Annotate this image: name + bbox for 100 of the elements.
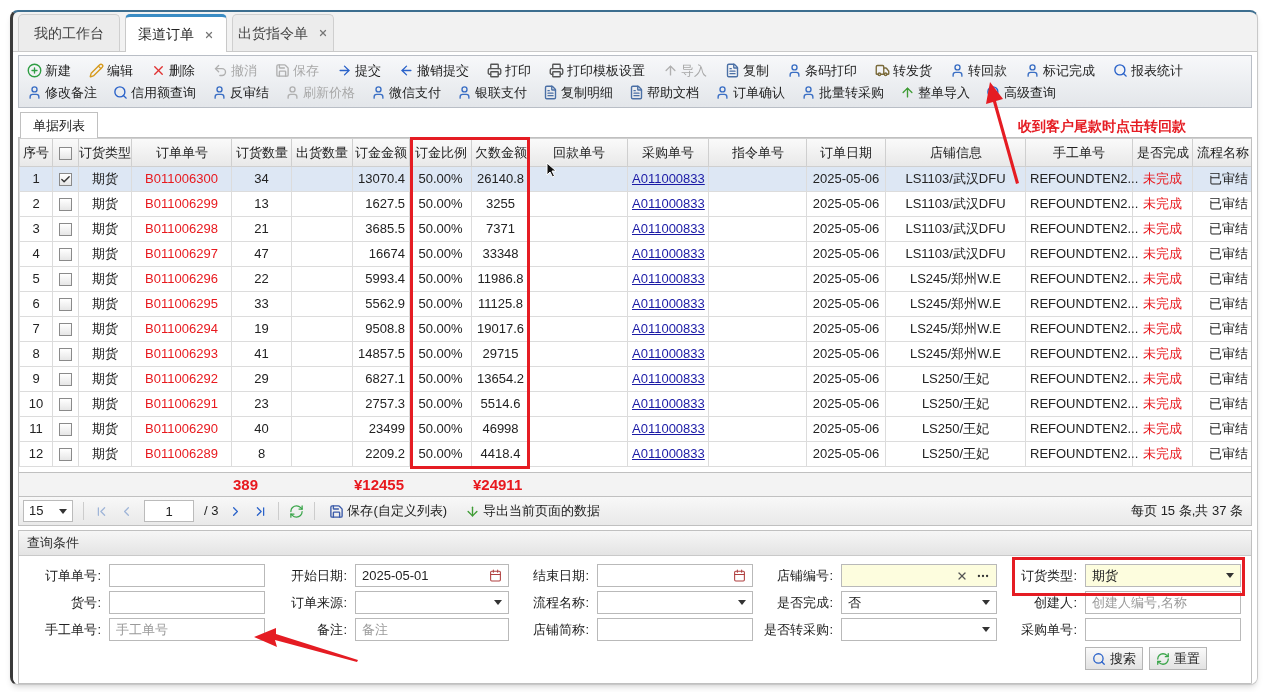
checkbox[interactable] [59,448,72,462]
toolbar-button[interactable]: 订单确认 [715,83,785,103]
checkbox[interactable] [59,173,72,187]
search-icon [1092,651,1106,666]
text-field[interactable] [109,564,265,587]
toolbar-button[interactable]: 转回款 [950,60,1007,80]
table-row[interactable]: 11 期货 B011006290 40 23499 50.00% 46998 A011000833 2025-05-06 LS250/王妃 REFOUNDTEN2... 未完成 已审结 [19,416,1251,442]
table-cell: 50.00% [418,321,463,337]
checkbox[interactable] [59,223,72,237]
close-icon[interactable] [204,29,214,40]
dropdown-field[interactable] [597,591,753,614]
table-row[interactable]: 9 期货 B011006292 29 6827.1 50.00% 13654.2 A011000833 2025-05-06 LS250/王妃 REFOUNDTEN2... 未完成 已审结 [19,366,1251,392]
field-label: 备注: [316,620,347,639]
toolbar-button[interactable]: 新建 [27,60,71,80]
table-cell: B011006294 [145,321,218,337]
checkbox[interactable] [59,298,72,312]
toolbar-button[interactable]: 帮助文档 [629,83,699,103]
table-cell: 50.00% [418,446,463,462]
plus-circle-icon [27,62,42,78]
toolbar-button[interactable]: 打印 [487,60,531,80]
table-row[interactable]: 1 期货 B011006300 34 13070.4 50.00% 26140.8 A011000833 2025-05-06 LS1103/武汉DFU REFOUNDTEN2... 未完成 已审结 [19,166,1251,192]
checkbox[interactable] [59,198,72,212]
toolbar-button[interactable]: 报表统计 [1113,60,1183,80]
tab[interactable]: 单据列表 [20,112,98,138]
checkbox[interactable] [59,248,72,262]
calendar-icon[interactable] [733,569,746,582]
table-cell: LS1103/武汉DFU [905,246,1006,262]
date-field[interactable] [597,564,753,587]
table-cell: 2025-05-06 [812,171,880,187]
text-field[interactable] [1085,618,1241,641]
table-cell: 2757.3 [365,396,405,412]
toolbar-button[interactable]: 整单导入 [900,83,970,103]
toolbar-button[interactable]: 条码打印 [787,60,857,80]
table-cell: 未完成 [1143,371,1182,387]
tab[interactable]: 我的工作台 [18,14,120,51]
page-number-field[interactable]: 1 [144,500,194,522]
calendar-icon[interactable] [489,569,502,582]
table-cell: 2025-05-06 [812,346,880,362]
field-label: 店铺编号: [776,566,833,585]
table-row[interactable]: 10 期货 B011006291 23 2757.3 50.00% 5514.6 A011000833 2025-05-06 LS250/王妃 REFOUNDTEN2... 未完成 已审结 [19,391,1251,417]
toolbar-button[interactable]: 微信支付 [371,83,441,103]
pager-button[interactable]: 导出当前页面的数据 [461,501,605,521]
toolbar-button[interactable]: 复制明细 [543,83,613,103]
tab[interactable]: 出货指令单 [232,14,334,51]
checkbox[interactable] [59,273,72,287]
toolbar-button[interactable]: 提交 [337,60,381,80]
lookup-field[interactable] [841,564,997,587]
toolbar-button[interactable]: 反审结 [212,83,269,103]
dropdown-field[interactable] [841,618,997,641]
checkbox[interactable] [59,373,72,387]
table-row[interactable]: 5 期货 B011006296 22 5993.4 50.00% 11986.8 A011000833 2025-05-06 LS245/郑州W.E REFOUNDTEN2... 未完成 已审结 [19,266,1251,292]
table-cell: 50.00% [418,271,463,287]
table-cell: REFOUNDTEN2... [1030,196,1139,212]
date-field[interactable]: 2025-05-01 [355,564,509,587]
table-row[interactable]: 2 期货 B011006299 13 1627.5 50.00% 3255 A011000833 2025-05-06 LS1103/武汉DFU REFOUNDTEN2... 未完成 已审结 [19,191,1251,217]
checkbox[interactable] [59,348,72,362]
field-label: 是否转采购: [763,620,833,639]
table-row[interactable]: 7 期货 B011006294 19 9508.8 50.00% 19017.6 A011000833 2025-05-06 LS245/郑州W.E REFOUNDTEN2... 未完成 已审结 [19,316,1251,342]
toolbar-button[interactable]: 批量转采购 [801,83,884,103]
toolbar-button[interactable]: 转发货 [875,60,932,80]
table-row[interactable]: 8 期货 B011006293 41 14857.5 50.00% 29715 A011000833 2025-05-06 LS245/郑州W.E REFOUNDTEN2... 未完成 已审结 [19,341,1251,367]
pager-button[interactable]: 保存(自定义列表) [325,501,452,521]
page-size-dropdown[interactable]: 15 [23,500,73,522]
table-row[interactable]: 4 期货 B011006297 47 16674 50.00% 33348 A011000833 2025-05-06 LS1103/武汉DFU REFOUNDTEN2... 未完成 已审结 [19,241,1251,267]
dropdown-field[interactable] [355,591,509,614]
table-row[interactable]: 12 期货 B011006289 8 2209.2 50.00% 4418.4 A011000833 2025-05-06 LS250/王妃 REFOUNDTEN2... 未完成 已审结 [19,441,1251,467]
checkbox[interactable] [59,146,72,160]
text-field[interactable] [597,618,753,641]
toolbar-button[interactable]: 修改备注 [27,83,97,103]
dropdown-field[interactable]: 否 [841,591,997,614]
table-cell: 26140.8 [477,171,524,187]
document-icon [543,85,558,101]
table-row[interactable]: 6 期货 B011006295 33 5562.9 50.00% 11125.8 A011000833 2025-05-06 LS245/郑州W.E REFOUNDTEN2... 未完成 已审结 [19,291,1251,317]
toolbar-button[interactable]: 编辑 [89,60,133,80]
text-field[interactable] [109,591,265,614]
field-label: 开始日期: [290,566,347,585]
toolbar-button[interactable]: 打印模板设置 [549,60,645,80]
toolbar-button[interactable]: 删除 [151,60,195,80]
toolbar-button[interactable]: 复制 [725,60,769,80]
refresh-icon[interactable] [289,503,305,519]
query-button[interactable]: 搜索 [1085,647,1143,670]
table-cell: 4 [32,246,40,262]
text-field[interactable]: 备注 [355,618,509,641]
toolbar-button[interactable]: 银联支付 [457,83,527,103]
dropdown-field[interactable]: 期货 [1085,564,1241,587]
table-row[interactable]: 3 期货 B011006298 21 3685.5 50.00% 7371 A011000833 2025-05-06 LS1103/武汉DFU REFOUNDTEN2... 未完成 已审结 [19,216,1251,242]
tab[interactable]: 渠道订单 [125,14,227,52]
table-cell: LS245/郑州W.E [909,321,1001,337]
checkbox[interactable] [59,398,72,412]
table-cell: REFOUNDTEN2... [1030,271,1139,287]
query-button[interactable]: 重置 [1149,647,1207,670]
close-icon[interactable] [318,28,328,38]
toolbar-button[interactable]: 撤销提交 [399,60,469,80]
toolbar-button[interactable]: 标记完成 [1025,60,1095,80]
toolbar-button[interactable]: 信用额查询 [113,83,196,103]
checkbox[interactable] [59,423,72,437]
checkbox[interactable] [59,323,72,337]
user-icon [371,85,386,101]
table-cell: 16674 [368,246,405,262]
text-field[interactable]: 手工单号 [109,618,265,641]
